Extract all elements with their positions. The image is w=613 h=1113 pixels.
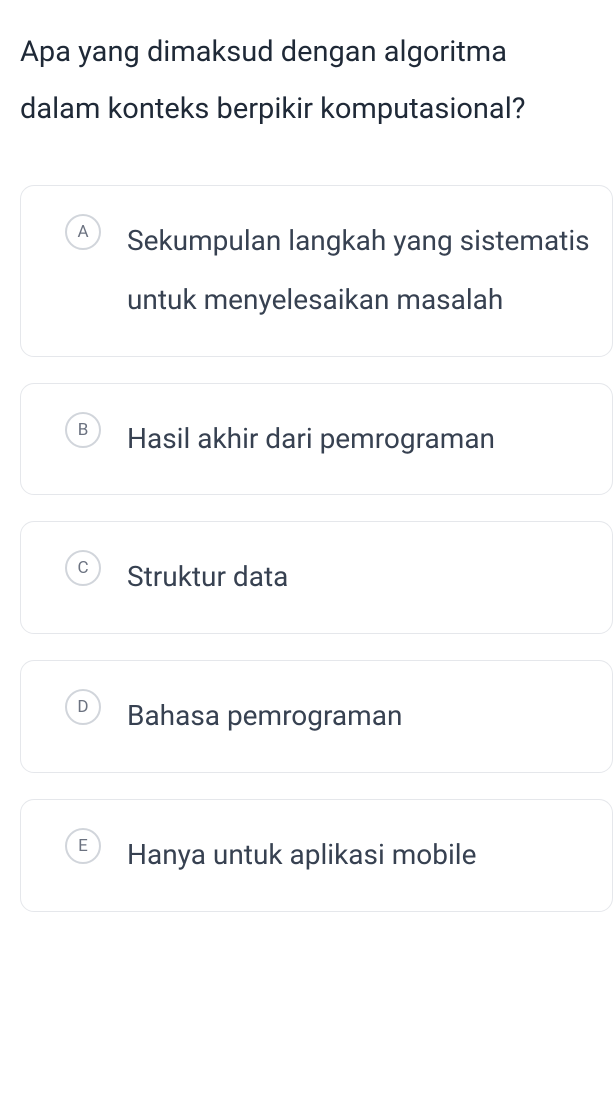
option-letter-e: E — [65, 828, 101, 864]
option-text-c: Struktur data — [127, 548, 592, 607]
option-c[interactable]: C Struktur data — [20, 521, 613, 634]
option-a[interactable]: A Sekumpulan langkah yang sistematis unt… — [20, 185, 613, 357]
option-e[interactable]: E Hanya untuk aplikasi mobile — [20, 799, 613, 912]
option-text-e: Hanya untuk aplikasi mobile — [127, 826, 592, 885]
quiz-container: Apa yang dimaksud dengan algoritma dalam… — [0, 0, 613, 912]
option-d[interactable]: D Bahasa pemrograman — [20, 660, 613, 773]
option-text-d: Bahasa pemrograman — [127, 687, 592, 746]
option-b[interactable]: B Hasil akhir dari pemrograman — [20, 383, 613, 496]
option-letter-c: C — [65, 550, 101, 586]
question-text: Apa yang dimaksud dengan algoritma dalam… — [20, 24, 613, 137]
option-text-a: Sekumpulan langkah yang sistematis untuk… — [127, 212, 592, 330]
option-letter-a: A — [65, 214, 101, 250]
option-letter-d: D — [65, 689, 101, 725]
option-text-b: Hasil akhir dari pemrograman — [127, 410, 592, 469]
options-list: A Sekumpulan langkah yang sistematis unt… — [20, 185, 613, 912]
option-letter-b: B — [65, 412, 101, 448]
